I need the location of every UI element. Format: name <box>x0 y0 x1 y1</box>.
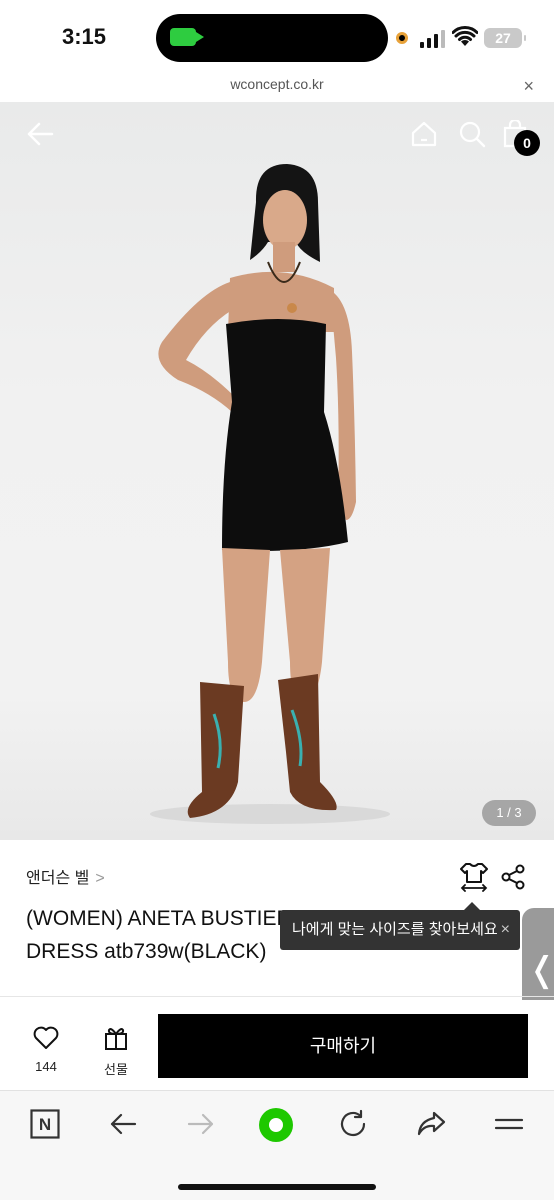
share-icon[interactable] <box>500 864 526 890</box>
size-tooltip[interactable]: 나에게 맞는 사이즈를 찾아보세요 × <box>280 902 520 950</box>
product-image[interactable]: 0 1 / 3 <box>0 102 554 840</box>
divider <box>0 996 554 997</box>
back-icon[interactable] <box>108 1109 138 1139</box>
naver-n-label: N <box>39 1115 51 1134</box>
gift-label: 선물 <box>104 1062 128 1077</box>
search-icon[interactable] <box>458 120 486 148</box>
gift-button[interactable]: 선물 <box>96 1026 136 1078</box>
purchase-bar: 144 선물 구매하기 <box>0 1000 554 1090</box>
buy-button[interactable]: 구매하기 <box>158 1014 528 1078</box>
battery-icon: 27 <box>484 28 526 48</box>
forward-icon[interactable] <box>186 1109 216 1139</box>
url-bar[interactable]: wconcept.co.kr × <box>0 76 554 102</box>
like-count: 144 <box>35 1059 57 1074</box>
url-text: wconcept.co.kr <box>230 76 324 92</box>
gift-icon <box>105 1028 127 1050</box>
close-icon[interactable]: × <box>523 76 534 97</box>
refresh-icon[interactable] <box>338 1109 368 1139</box>
size-tooltip-text: 나에게 맞는 사이즈를 찾아보세요 <box>292 921 498 938</box>
mic-indicator-icon <box>396 32 408 44</box>
cellular-signal-icon <box>420 30 445 48</box>
close-icon[interactable]: × <box>501 910 510 950</box>
chevron-right-icon: > <box>95 870 105 887</box>
size-guide-icon[interactable] <box>460 862 488 892</box>
product-info: 앤더슨 벨 > (WOMEN) ANETA BUSTIER COCKTAIL KN… <box>0 840 554 1000</box>
clock: 3:15 <box>62 24 107 49</box>
brand-name: 앤더슨 벨 <box>26 870 90 887</box>
naver-home-icon[interactable]: N <box>30 1109 60 1139</box>
model-photo <box>150 164 390 824</box>
like-button[interactable]: 144 <box>26 1026 66 1074</box>
status-bar: 3:15 27 <box>0 0 554 76</box>
share-arrow-icon[interactable] <box>416 1109 446 1139</box>
heart-icon <box>33 1026 59 1049</box>
image-counter: 1 / 3 <box>482 800 536 826</box>
dynamic-island <box>156 14 388 62</box>
home-icon[interactable] <box>410 120 438 148</box>
brand-link[interactable]: 앤더슨 벨 > <box>26 864 105 888</box>
wifi-icon <box>452 26 478 46</box>
menu-icon[interactable] <box>494 1109 524 1139</box>
home-indicator <box>178 1184 376 1190</box>
video-call-icon <box>170 28 204 46</box>
back-arrow-icon[interactable] <box>26 120 54 148</box>
cart-count-badge: 0 <box>514 130 540 156</box>
naver-green-dot-icon[interactable] <box>256 1105 296 1145</box>
